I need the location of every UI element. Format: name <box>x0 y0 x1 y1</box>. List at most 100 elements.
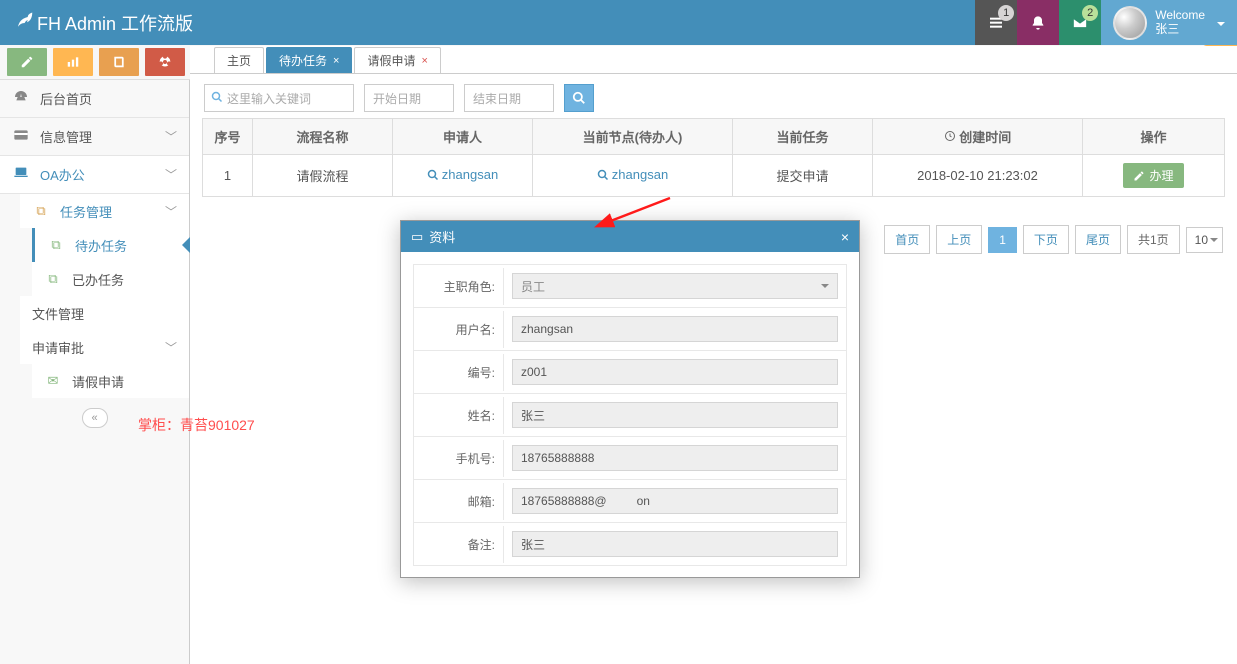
username-label: 张三 <box>1155 23 1205 36</box>
active-indicator-icon <box>174 237 190 253</box>
email-input[interactable] <box>512 488 838 514</box>
chevron-down-icon: ﹀ <box>165 128 177 145</box>
sidebar-item-filemgr[interactable]: 文件管理 <box>20 296 189 330</box>
form-row-username: 用户名: <box>413 307 847 351</box>
sidebar-item-donetasks[interactable]: ⧉ 已办任务 <box>32 262 189 296</box>
navbar-right: 1 2 Welcome 张三 <box>975 0 1237 45</box>
label-username: 用户名: <box>414 311 504 348</box>
action-book-button[interactable] <box>99 48 139 76</box>
label-role: 主职角色: <box>414 268 504 305</box>
chevron-down-icon <box>1217 22 1225 30</box>
window-icon: ▭ <box>411 229 423 245</box>
table-wrap: 序号 流程名称 申请人 当前节点(待办人) 当前任务 创建时间 操作 <box>190 118 1237 197</box>
sidebar-item-oa[interactable]: OA办公 ﹀ <box>0 156 189 194</box>
search-icon <box>211 91 223 106</box>
applicant-link[interactable]: zhangsan <box>427 167 498 182</box>
tab-home[interactable]: 主页 <box>214 47 264 73</box>
sidebar-sub-oa: ⧉ 任务管理 ﹀ ⧉ 待办任务 ⧉ 已办任务 文件管理 申请审批 ﹀ ✉ 请 <box>0 194 189 398</box>
label-phone: 手机号: <box>414 440 504 477</box>
sidebar-item-label: 信息管理 <box>40 127 92 146</box>
end-date-input[interactable]: 结束日期 <box>464 84 554 112</box>
th-op: 操作 <box>1083 119 1225 155</box>
profile-modal: ▭ 资料 × 主职角色: 员工 用户名: 编号: 姓名: 手机号: <box>400 220 860 578</box>
notifications-button[interactable] <box>1017 0 1059 45</box>
handle-button[interactable]: 办理 <box>1123 163 1183 188</box>
phone-input[interactable] <box>512 445 838 471</box>
messages-button[interactable]: 2 <box>1059 0 1101 45</box>
book-icon: ⧉ <box>47 237 65 253</box>
action-settings-button[interactable] <box>145 48 185 76</box>
chevron-down-icon: ﹀ <box>165 339 177 356</box>
page-last-button[interactable]: 尾页 <box>1075 225 1121 254</box>
book-icon: ⧉ <box>32 203 50 219</box>
tasks-button[interactable]: 1 <box>975 0 1017 45</box>
sidebar-item-approval[interactable]: 申请审批 ﹀ <box>20 330 189 364</box>
tasks-table: 序号 流程名称 申请人 当前节点(待办人) 当前任务 创建时间 操作 <box>202 118 1225 197</box>
annotation-arrow <box>600 196 680 239</box>
cell-task: 提交申请 <box>733 155 873 197</box>
name-input[interactable] <box>512 402 838 428</box>
sidebar-item-todotasks[interactable]: ⧉ 待办任务 <box>32 228 189 262</box>
user-menu[interactable]: Welcome 张三 <box>1101 0 1237 45</box>
sidebar-collapse-button[interactable]: « <box>82 408 108 428</box>
table-row: 1 请假流程 zhangsan zhangsan 提 <box>203 155 1225 197</box>
filter-row: 这里输入关键词 开始日期 结束日期 <box>190 74 1237 118</box>
search-input[interactable]: 这里输入关键词 <box>204 84 354 112</box>
page-current-button[interactable]: 1 <box>988 227 1017 253</box>
page-prev-button[interactable]: 上页 <box>936 225 982 254</box>
messages-badge: 2 <box>1082 5 1098 21</box>
brand-title: FH Admin 工作流版 <box>37 10 193 36</box>
sidebar-item-label: 申请审批 <box>32 338 84 357</box>
book-icon: ⧉ <box>44 271 62 287</box>
action-stats-button[interactable] <box>53 48 93 76</box>
start-date-placeholder: 开始日期 <box>373 90 421 107</box>
close-icon[interactable]: × <box>841 229 849 245</box>
action-edit-button[interactable] <box>7 48 47 76</box>
remark-input[interactable] <box>512 531 838 557</box>
laptop-icon <box>12 165 30 184</box>
start-date-input[interactable]: 开始日期 <box>364 84 454 112</box>
tab-todotasks[interactable]: 待办任务 × <box>266 47 352 73</box>
cell-created: 2018-02-10 21:23:02 <box>873 155 1083 197</box>
form-row-email: 邮箱: <box>413 479 847 523</box>
sidebar-sub-approval: ✉ 请假申请 <box>20 364 189 398</box>
role-select[interactable]: 员工 <box>512 273 838 299</box>
chevron-down-icon: ﹀ <box>165 203 177 220</box>
modal-body: 主职角色: 员工 用户名: 编号: 姓名: 手机号: 邮箱: <box>401 252 859 577</box>
sidebar-item-label: 后台首页 <box>40 89 92 108</box>
th-applicant: 申请人 <box>393 119 533 155</box>
close-icon[interactable]: × <box>421 55 427 67</box>
form-row-role: 主职角色: 员工 <box>413 264 847 308</box>
page-next-button[interactable]: 下页 <box>1023 225 1069 254</box>
label-email: 邮箱: <box>414 483 504 520</box>
sidebar-item-info[interactable]: 信息管理 ﹀ <box>0 118 189 156</box>
welcome-label: Welcome <box>1155 9 1205 22</box>
page-size-select[interactable]: 10 <box>1186 227 1223 253</box>
search-button[interactable] <box>564 84 594 112</box>
code-input[interactable] <box>512 359 838 385</box>
sidebar-item-taskmgr[interactable]: ⧉ 任务管理 ﹀ <box>20 194 189 228</box>
page-first-button[interactable]: 首页 <box>884 225 930 254</box>
page-total-label: 共1页 <box>1127 225 1180 254</box>
sidebar-item-home[interactable]: 后台首页 <box>0 80 189 118</box>
label-code: 编号: <box>414 354 504 391</box>
cell-node: zhangsan <box>533 155 733 197</box>
sidebar-item-label: OA办公 <box>40 165 85 184</box>
tab-leave[interactable]: 请假申请 × <box>354 47 440 73</box>
node-link[interactable]: zhangsan <box>597 167 668 182</box>
form-row-code: 编号: <box>413 350 847 394</box>
search-placeholder: 这里输入关键词 <box>227 90 311 107</box>
cell-seq: 1 <box>203 155 253 197</box>
tab-label: 待办任务 <box>279 52 327 69</box>
sidebar-item-label: 文件管理 <box>32 304 84 323</box>
th-created: 创建时间 <box>873 119 1083 155</box>
chevron-down-icon: ﹀ <box>165 166 177 183</box>
cell-applicant: zhangsan <box>393 155 533 197</box>
username-input[interactable] <box>512 316 838 342</box>
sidebar-item-leave[interactable]: ✉ 请假申请 <box>32 364 189 398</box>
close-icon[interactable]: × <box>333 55 339 67</box>
sidebar-item-label: 待办任务 <box>75 236 127 255</box>
form-row-remark: 备注: <box>413 522 847 566</box>
avatar <box>1113 6 1147 40</box>
leaf-icon <box>15 11 33 34</box>
